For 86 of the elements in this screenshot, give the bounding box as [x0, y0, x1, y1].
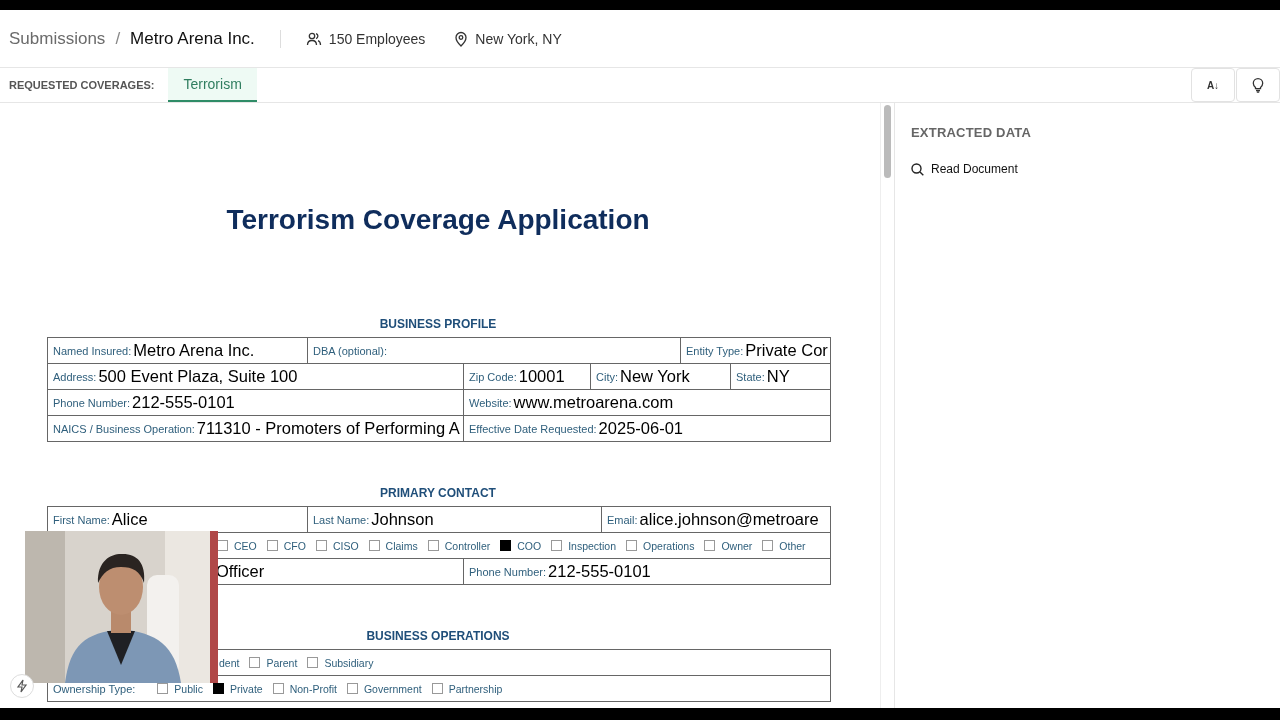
field-label: Website:	[469, 396, 512, 409]
option-label: Other	[779, 539, 806, 552]
coverage-tab[interactable]: Terrorism	[168, 68, 257, 102]
location-pin-icon	[454, 30, 469, 47]
search-icon	[911, 162, 924, 176]
field-label: Last Name:	[313, 513, 370, 526]
breadcrumb-link[interactable]: Metro Arena Inc.	[130, 28, 255, 49]
checkbox[interactable]	[500, 540, 512, 551]
section-heading: PRIMARY CONTACT	[379, 486, 497, 500]
section-heading: BUSINESS OPERATIONS	[365, 629, 511, 643]
field-value: Private Cor	[745, 341, 828, 360]
checkbox[interactable]	[551, 540, 563, 551]
option-label: CFO	[283, 539, 306, 552]
field-label: Phone Number:	[469, 565, 547, 578]
option-label: Government	[363, 682, 422, 695]
lightbulb-button[interactable]	[1236, 68, 1280, 102]
field-label: Ownership Type:	[53, 682, 136, 695]
employee-count: 150 Employees	[328, 30, 426, 47]
field-value: alice.johnson@metroare	[639, 510, 819, 529]
field-value: www.metroarena.com	[513, 393, 674, 412]
field-value: 212-555-0101	[548, 562, 651, 581]
option-label: Operations	[643, 539, 695, 552]
field-label: Entity Type:	[686, 344, 744, 357]
field-label: Email:	[607, 513, 638, 526]
checkbox[interactable]	[431, 683, 443, 694]
lightning-icon[interactable]	[10, 674, 34, 698]
checkbox[interactable]	[249, 657, 261, 668]
scrollbar[interactable]	[884, 105, 891, 178]
field-value: 10001	[518, 367, 565, 386]
checkbox[interactable]	[704, 540, 716, 551]
option-label: Non-Profit	[289, 682, 337, 695]
field-value: Alice	[111, 510, 148, 529]
people-icon	[305, 30, 322, 47]
checkbox[interactable]	[762, 540, 774, 551]
option-label: Partnership	[448, 682, 503, 695]
option-label: Owner	[721, 539, 753, 552]
checkbox[interactable]	[427, 540, 439, 551]
lightbulb-icon	[1252, 77, 1264, 93]
checkbox[interactable]	[307, 657, 319, 668]
panel-title: EXTRACTED DATA	[911, 125, 1033, 140]
field-value: New York	[620, 367, 690, 386]
field-label: NAICS / Business Operation:	[53, 422, 195, 435]
field-label: Phone Number:	[53, 396, 131, 409]
option-label: CEO	[234, 539, 257, 552]
section-heading: BUSINESS PROFILE	[378, 317, 498, 331]
option-label: dent	[219, 656, 240, 669]
option-label: Parent	[266, 656, 298, 669]
field-value: 2025-06-01	[598, 419, 683, 438]
field-value: Johnson	[371, 510, 434, 529]
field-value: 212-555-0101	[132, 393, 235, 412]
option-label: Private	[229, 682, 263, 695]
checkbox[interactable]	[266, 540, 278, 551]
checkbox[interactable]	[315, 540, 327, 551]
checkbox[interactable]	[368, 540, 380, 551]
field-value: NY	[766, 367, 790, 386]
field-value: 711310 - Promoters of Performing A	[196, 419, 460, 438]
coverages-label: REQUESTED COVERAGES:	[8, 79, 156, 91]
breadcrumb-link[interactable]: Submissions	[9, 28, 106, 49]
field-label: Named Insured:	[53, 344, 132, 357]
field-value: Metro Arena Inc.	[133, 341, 255, 360]
field-label: City:	[596, 370, 618, 383]
field-value: 500 Event Plaza, Suite 100	[98, 367, 298, 386]
field-label: Zip Code:	[469, 370, 517, 383]
checkbox[interactable]	[212, 683, 224, 694]
option-label: Claims	[385, 539, 418, 552]
field-label: DBA (optional):	[313, 344, 387, 357]
option-label: Inspection	[568, 539, 617, 552]
location-text: New York, NY	[475, 30, 562, 47]
field-label: Effective Date Requested:	[469, 422, 597, 435]
read-document-item[interactable]: Read Document	[911, 162, 1280, 176]
breadcrumb-separator: /	[115, 28, 121, 49]
option-label: COO	[517, 539, 542, 552]
field-label: First Name:	[53, 513, 110, 526]
checkbox[interactable]	[626, 540, 638, 551]
field-label: State:	[736, 370, 765, 383]
document-title: Terrorism Coverage Application	[225, 205, 651, 235]
checkbox[interactable]	[157, 683, 169, 694]
field-value: Officer	[216, 562, 265, 581]
option-label: Controller	[444, 539, 491, 552]
sort-button[interactable]: A↓	[1191, 68, 1235, 102]
option-label: CISO	[332, 539, 359, 552]
field-label: Address:	[53, 370, 97, 383]
checkbox[interactable]	[272, 683, 284, 694]
option-label: Subsidiary	[324, 656, 374, 669]
checkbox[interactable]	[346, 683, 358, 694]
option-label: Public	[174, 682, 203, 695]
